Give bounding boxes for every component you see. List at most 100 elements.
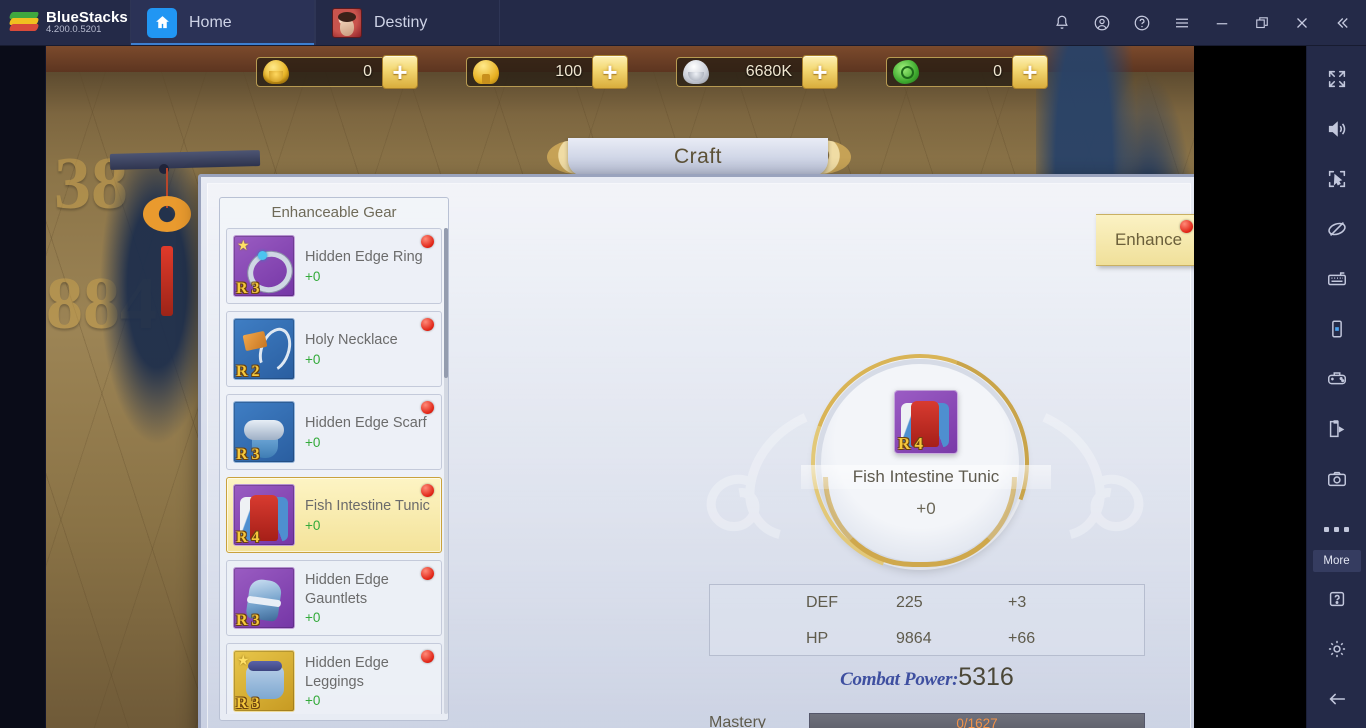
stat-label: HP [806, 630, 829, 647]
gear-thumb-icon: R 3 [233, 567, 295, 629]
left-letterbox [0, 46, 46, 728]
cursor-target-icon[interactable] [1307, 154, 1366, 204]
preview-item-name: Fish Intestine Tunic [801, 465, 1051, 489]
stat-value: 9864 [896, 630, 932, 647]
stat-label: DEF [806, 594, 838, 611]
right-letterbox [1194, 46, 1306, 728]
add-gold-vase-button[interactable]: + [592, 55, 628, 89]
notification-badge-icon [421, 484, 434, 497]
stat-bonus: +3 [1008, 594, 1027, 611]
game-viewport: 38 884 0 + 100 [46, 46, 1306, 728]
gear-item-level: +0 [305, 609, 321, 625]
gold-vase-value: 100 [555, 63, 582, 80]
gear-item-name: Holy Necklace [305, 332, 398, 349]
star-icon: ★ [237, 237, 250, 253]
gear-list-item-hidden-edge-scarf[interactable]: R 3 Hidden Edge Scarf +0 [226, 394, 442, 470]
enhanceable-gear-panel: Enhanceable Gear ★ R 3 Hidden Edge Ring … [219, 197, 449, 721]
keyboard-icon[interactable] [1307, 254, 1366, 304]
notification-badge-icon [421, 650, 434, 663]
titlebar-controls [1042, 0, 1366, 45]
gear-item-level: +0 [305, 517, 321, 533]
gear-item-level: +0 [305, 351, 321, 367]
green-gem-icon [893, 60, 919, 84]
help-icon[interactable] [1307, 574, 1366, 624]
gear-panel-title: Enhanceable Gear [271, 204, 397, 221]
brand-name: BlueStacks [46, 8, 128, 26]
gear-list-item-hidden-edge-gauntlets[interactable]: R 3 Hidden Edge Gauntlets +0 [226, 560, 442, 636]
notification-badge-icon [421, 401, 434, 414]
collapse-icon[interactable] [1322, 0, 1362, 46]
settings-gear-icon[interactable] [1307, 624, 1366, 674]
mastery-progress-text: 0/1627 [956, 715, 998, 728]
bluestacks-logo: BlueStacks 4.200.0.5201 [0, 0, 130, 45]
gear-rank-label: R 3 [236, 446, 260, 463]
gear-rank-label: R 3 [236, 612, 260, 629]
gear-list-scroll-thumb[interactable] [444, 228, 448, 378]
tab-home-label: Home [189, 13, 232, 31]
account-icon[interactable] [1082, 0, 1122, 46]
notification-badge-icon [421, 567, 434, 580]
add-silver-button[interactable]: + [802, 55, 838, 89]
gamepad-icon[interactable] [1307, 354, 1366, 404]
help-icon[interactable] [1122, 0, 1162, 46]
gear-thumb-icon: R 3 [233, 401, 295, 463]
eye-off-icon[interactable] [1307, 204, 1366, 254]
combat-power-value: 5316 [958, 663, 1014, 691]
notification-badge-icon [1180, 220, 1193, 233]
stat-bonus: +66 [1008, 630, 1036, 647]
volume-icon[interactable] [1307, 104, 1366, 154]
gear-list[interactable]: ★ R 3 Hidden Edge Ring +0 R 2 Holy Neckl… [226, 228, 442, 714]
gear-item-name: Hidden Edge Ring [305, 249, 423, 266]
gear-list-item-fish-intestine-tunic[interactable]: R 4 Fish Intestine Tunic +0 [226, 477, 442, 553]
gear-thumb-icon: ★ R 3 [233, 235, 295, 297]
notification-badge-icon [421, 235, 434, 248]
restore-icon[interactable] [1242, 0, 1282, 46]
macro-play-icon[interactable] [1307, 404, 1366, 454]
gold-vase-icon [473, 60, 499, 84]
home-icon [147, 7, 177, 38]
tab-home[interactable]: Home [130, 0, 315, 45]
gear-thumb-icon: R 2 [233, 318, 295, 380]
add-gold-ingot-button[interactable]: + [382, 55, 418, 89]
menu-icon[interactable] [1162, 0, 1202, 46]
craft-title-banner: Craft [513, 138, 883, 178]
more-dots-icon[interactable] [1307, 504, 1366, 554]
fullscreen-icon[interactable] [1307, 54, 1366, 104]
gold-ingot-value: 0 [363, 63, 372, 80]
tab-destiny[interactable]: Destiny [315, 0, 500, 45]
back-arrow-icon[interactable] [1307, 674, 1366, 724]
combat-power-row: Combat Power:5316 [709, 663, 1145, 692]
tab-enhance[interactable]: Enhance [1096, 214, 1202, 266]
brand-version: 4.200.0.5201 [46, 24, 102, 36]
window-titlebar: BlueStacks 4.200.0.5201 Home Destiny [0, 0, 1366, 46]
silver-bowl-icon [683, 60, 709, 84]
gear-rank-label: R 3 [236, 280, 260, 297]
add-green-gem-button[interactable]: + [1012, 55, 1048, 89]
currency-gold-ingot: 0 + [256, 55, 418, 89]
gear-rank-label: R 4 [236, 529, 260, 546]
gear-thumb-icon: ★ R 3 [233, 650, 295, 712]
gear-rank-label: R 3 [236, 695, 260, 712]
mastery-row: Mastery 0/1627 [709, 712, 1145, 728]
currency-green-gem: 0 + [886, 55, 1048, 89]
banner-plate: Craft [568, 138, 828, 176]
minimize-icon[interactable] [1202, 0, 1242, 46]
gear-item-level: +0 [305, 434, 321, 450]
bluestacks-stack-icon [8, 11, 40, 34]
gear-rank-label: R 2 [236, 363, 260, 380]
page-title: Craft [673, 145, 722, 168]
item-stats-box: DEF 225 +3 HP 9864 +66 [709, 584, 1145, 656]
gear-thumb-icon: R 4 [233, 484, 295, 546]
stat-row-hp: HP 9864 +66 [710, 621, 1144, 657]
gear-list-item-holy-necklace[interactable]: R 2 Holy Necklace +0 [226, 311, 442, 387]
screenshot-icon[interactable] [1307, 454, 1366, 504]
rotate-screen-icon[interactable] [1307, 304, 1366, 354]
gear-list-scrollbar[interactable] [444, 228, 448, 714]
gear-item-name: Hidden Edge Gauntlets [305, 572, 389, 607]
gear-list-item-hidden-edge-ring[interactable]: ★ R 3 Hidden Edge Ring +0 [226, 228, 442, 304]
tab-destiny-label: Destiny [374, 13, 428, 31]
app-root: BlueStacks 4.200.0.5201 Home Destiny 38 … [0, 0, 1366, 728]
gear-list-item-hidden-edge-leggings[interactable]: ★ R 3 Hidden Edge Leggings +0 [226, 643, 442, 714]
close-icon[interactable] [1282, 0, 1322, 46]
notifications-icon[interactable] [1042, 0, 1082, 46]
